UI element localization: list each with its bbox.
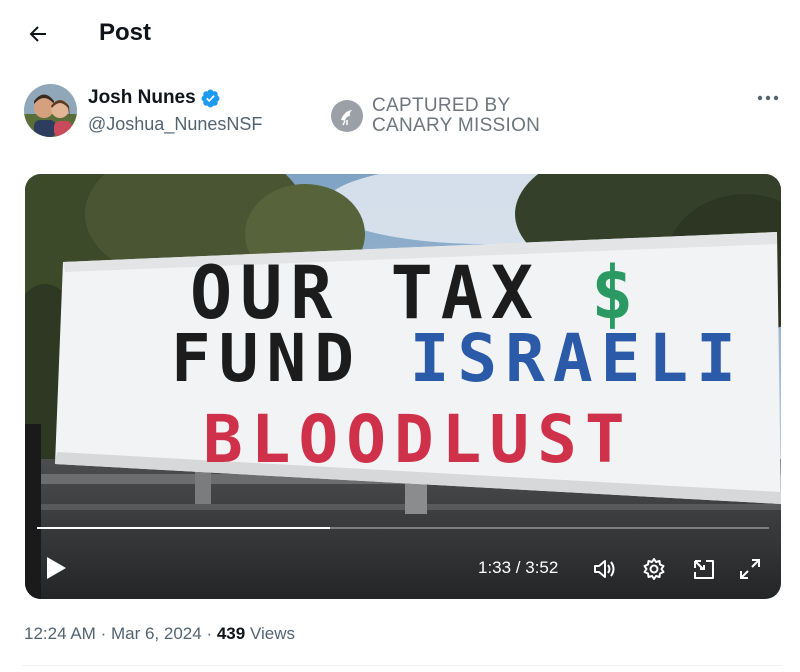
post-header: Post <box>0 0 800 66</box>
canary-logo-icon <box>331 100 363 132</box>
volume-button[interactable] <box>591 556 617 582</box>
video-progress-bar[interactable] <box>37 527 769 529</box>
video-controls: 1:33 / 3:52 <box>25 514 781 599</box>
author-handle[interactable]: @Joshua_NunesNSF <box>88 113 262 135</box>
divider <box>22 665 782 666</box>
watermark-line2: CANARY MISSION <box>372 115 541 136</box>
volume-icon <box>594 560 615 578</box>
play-icon <box>47 557 66 579</box>
fullscreen-icon <box>740 559 760 579</box>
video-progress-fill <box>37 527 330 529</box>
views-count: 439 <box>216 624 246 643</box>
gear-icon <box>643 558 665 580</box>
meta-separator: · <box>206 624 213 643</box>
arrow-left-icon <box>29 26 46 42</box>
post-meta: 12:24 AM · Mar 6, 2024 · 439 Views <box>24 624 295 644</box>
views-label: Views <box>249 624 295 643</box>
video-time: 1:33 / 3:52 <box>478 558 559 577</box>
play-button[interactable] <box>41 554 69 582</box>
banner-line2-text: FUND <box>171 320 410 397</box>
post-time[interactable]: 12:24 AM <box>24 624 96 643</box>
more-horizontal-icon <box>757 95 779 101</box>
post-date[interactable]: Mar 6, 2024 <box>111 624 202 643</box>
video-player[interactable]: OUR TAX $ FUND ISRAELI BLOODLUST 1:33 / … <box>25 174 781 599</box>
more-options-button[interactable] <box>752 88 784 108</box>
canary-mission-watermark: CAPTURED BY CANARY MISSION <box>330 96 540 136</box>
watermark-line1: CAPTURED BY <box>372 95 511 116</box>
author-name[interactable]: Josh Nunes <box>88 87 196 109</box>
banner-line2-highlight: ISRAELI <box>409 320 744 397</box>
page-title: Post <box>99 19 152 46</box>
picture-in-picture-icon <box>694 560 714 579</box>
avatar[interactable] <box>24 84 77 137</box>
picture-in-picture-button[interactable] <box>691 556 717 582</box>
meta-separator: · <box>100 624 107 643</box>
back-button[interactable] <box>22 18 54 50</box>
settings-button[interactable] <box>641 556 667 582</box>
banner-line3-text: BLOODLUST <box>203 401 633 478</box>
verified-badge-icon <box>201 89 220 107</box>
fullscreen-button[interactable] <box>737 556 763 582</box>
